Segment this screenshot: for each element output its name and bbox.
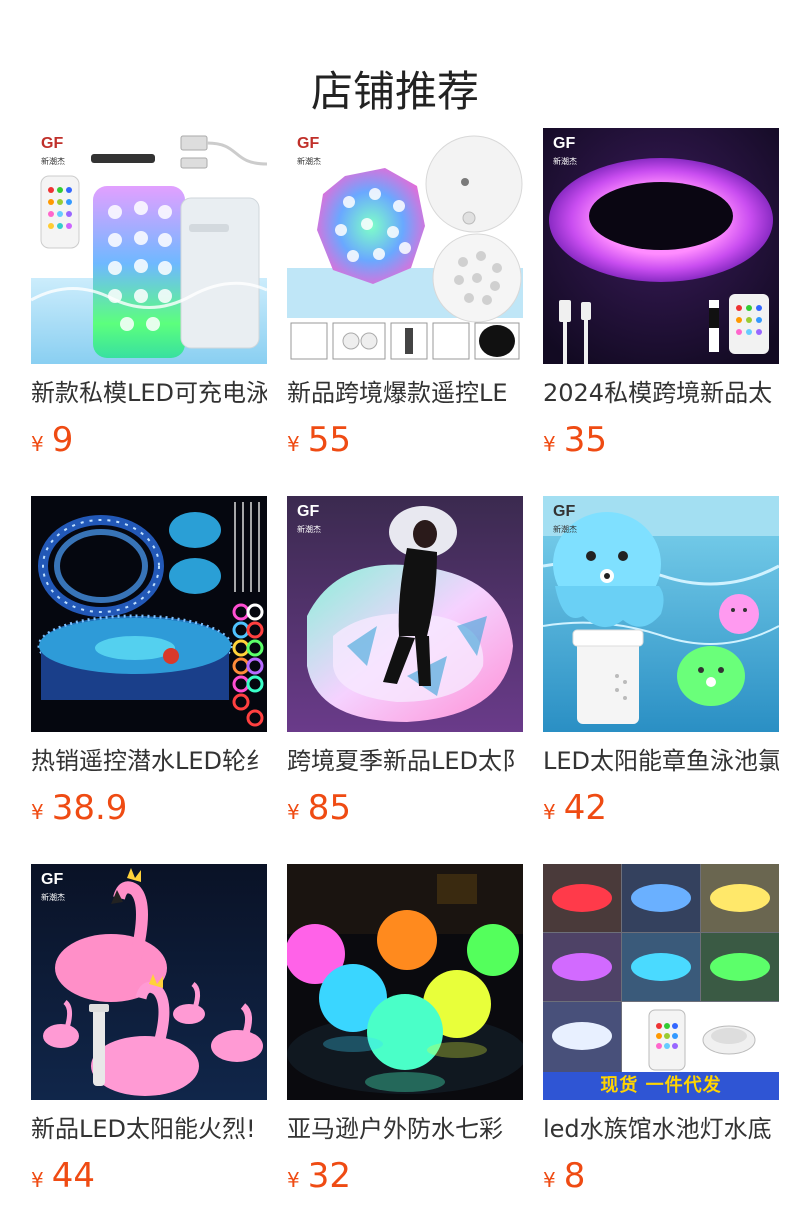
price-value: 32 [307,1156,351,1196]
product-card[interactable]: 热销遥控潜水LED轮纟 ¥38.9 [31,496,267,864]
price-value: 55 [307,420,351,460]
product-card[interactable]: 现货 一件代发 led水族馆水池灯水底 ¥8 [543,864,779,1232]
product-card[interactable]: GF 新潮杰 跨境夏季新品LED太阝 ¥85 [287,496,523,864]
product-card[interactable]: GF 新潮杰 2024私模跨境新品太 ¥35 [543,128,779,496]
product-price: ¥32 [287,1156,523,1196]
product-image[interactable] [31,496,267,732]
currency-symbol: ¥ [31,800,44,824]
product-price: ¥42 [543,788,779,828]
product-image[interactable]: GF 新潮杰 [543,496,779,732]
product-image[interactable]: GF 新潮杰 [287,496,523,732]
brand-logo: GF 新潮杰 [297,136,321,170]
brand-logo: GF 新潮杰 [41,872,65,906]
led-strip-pool-image [31,496,267,732]
octopus-chlorine-dispenser-image [543,496,779,732]
product-price: ¥35 [543,420,779,460]
price-value: 42 [563,788,607,828]
product-grid: GF 新潮杰 新款私模LED可充电泳 ¥9 GF 新潮杰 新品跨境爆款遥控LE … [31,128,779,1232]
brand-logo-mark: GF [297,135,320,152]
rechargeable-pool-light-image [31,128,267,364]
product-image[interactable]: 现货 一件代发 [543,864,779,1100]
product-name[interactable]: 新品LED太阳能火烈! [31,1114,267,1144]
brand-logo-mark: GF [41,871,64,888]
product-name[interactable]: 亚马逊户外防水七彩 [287,1114,523,1144]
promo-banner: 现货 一件代发 [543,1072,779,1100]
product-image[interactable]: GF 新潮杰 [31,128,267,364]
price-value: 8 [563,1156,586,1196]
price-value: 35 [563,420,607,460]
product-card[interactable]: 亚马逊户外防水七彩 ¥32 [287,864,523,1232]
product-name[interactable]: 2024私模跨境新品太 [543,378,779,408]
price-value: 44 [51,1156,95,1196]
product-card[interactable]: GF 新潮杰 新品跨境爆款遥控LE ¥55 [287,128,523,496]
brand-logo-sub: 新潮杰 [553,525,577,534]
currency-symbol: ¥ [287,1168,300,1192]
product-name[interactable]: 新品跨境爆款遥控LE [287,378,523,408]
brand-logo-sub: 新潮杰 [297,157,321,166]
brand-logo: GF 新潮杰 [553,136,577,170]
product-name[interactable]: LED太阳能章鱼泳池氯 [543,746,779,776]
currency-symbol: ¥ [31,432,44,456]
currency-symbol: ¥ [287,800,300,824]
product-price: ¥55 [287,420,523,460]
price-value: 85 [307,788,351,828]
brand-logo: GF 新潮杰 [553,504,577,538]
product-image[interactable]: GF 新潮杰 [543,128,779,364]
currency-symbol: ¥ [287,432,300,456]
currency-symbol: ¥ [543,432,556,456]
brand-logo: GF 新潮杰 [297,504,321,538]
currency-symbol: ¥ [31,1168,44,1192]
product-price: ¥44 [31,1156,267,1196]
brand-logo-mark: GF [553,135,576,152]
brand-logo-sub: 新潮杰 [41,893,65,902]
product-card[interactable]: GF 新潮杰 新品LED太阳能火烈! ¥44 [31,864,267,1232]
brand-logo-sub: 新潮杰 [553,157,577,166]
glowing-ball-image [287,864,523,1100]
flamingo-light-image [31,864,267,1100]
product-name[interactable]: 跨境夏季新品LED太阝 [287,746,523,776]
product-card[interactable]: GF 新潮杰 新款私模LED可充电泳 ¥9 [31,128,267,496]
product-card[interactable]: GF 新潮杰 LED太阳能章鱼泳池氯 ¥42 [543,496,779,864]
product-name[interactable]: led水族馆水池灯水底 [543,1114,779,1144]
price-value: 38.9 [51,788,128,828]
led-ring-light-image [543,128,779,364]
submersible-led-light-image [287,128,523,364]
brand-logo: GF 新潮杰 [41,136,65,170]
product-name[interactable]: 热销遥控潜水LED轮纟 [31,746,267,776]
brand-logo-sub: 新潮杰 [297,525,321,534]
aquarium-light-grid-image [543,864,779,1100]
price-value: 9 [51,420,74,460]
product-image[interactable]: GF 新潮杰 [287,128,523,364]
product-price: ¥38.9 [31,788,267,828]
brand-logo-mark: GF [297,503,320,520]
currency-symbol: ¥ [543,1168,556,1192]
product-image[interactable]: GF 新潮杰 [31,864,267,1100]
section-title: 店铺推荐 [310,67,479,117]
product-price: ¥8 [543,1156,779,1196]
product-price: ¥9 [31,420,267,460]
inflatable-float-image [287,496,523,732]
brand-logo-sub: 新潮杰 [41,157,65,166]
product-image[interactable] [287,864,523,1100]
currency-symbol: ¥ [543,800,556,824]
brand-logo-mark: GF [41,135,64,152]
brand-logo-mark: GF [553,503,576,520]
product-name[interactable]: 新款私模LED可充电泳 [31,378,267,408]
shop-recommend-page: 店铺推荐 GF 新潮杰 新款私模LED可充电泳 ¥ 9 GF 新潮杰 新品跨境爆… [0,0,790,1232]
product-price: ¥85 [287,788,523,828]
